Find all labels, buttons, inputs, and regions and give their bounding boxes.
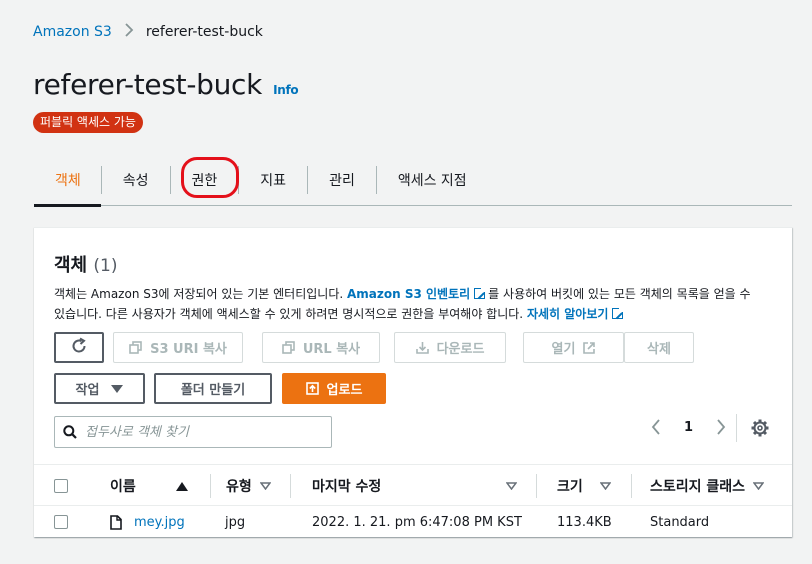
page-title: referer-test-buck <box>33 68 263 101</box>
tab-management[interactable]: 관리 <box>308 154 376 206</box>
breadcrumb-amazon-s3-link[interactable]: Amazon S3 <box>33 24 112 40</box>
page-title-row: referer-test-buck Info <box>33 68 299 101</box>
column-header-type[interactable]: 유형 <box>226 465 271 507</box>
column-divider <box>536 474 537 498</box>
gear-icon[interactable] <box>750 418 770 442</box>
refresh-icon <box>70 337 88 359</box>
page-number-current[interactable]: 1 <box>684 420 693 435</box>
object-name-link[interactable]: mey.jpg <box>134 515 185 530</box>
inventory-link[interactable]: Amazon S3 인벤토리 <box>347 287 470 301</box>
tab-permissions[interactable]: 권한 <box>171 154 239 206</box>
tab-metrics[interactable]: 지표 <box>239 154 307 206</box>
column-name-label: 이름 <box>110 479 136 495</box>
objects-panel: 객체 (1) 객체는 Amazon S3에 저장되어 있는 기본 엔터티입니다.… <box>34 227 792 537</box>
search-box[interactable] <box>54 416 332 448</box>
download-button[interactable]: 다운로드 <box>394 332 506 363</box>
pagination: 1 <box>648 419 729 435</box>
table-header: 이름 유형 마지막 수정 크기 스토리지 클래스 <box>34 464 792 506</box>
pagination-divider <box>736 414 737 442</box>
download-icon <box>415 341 429 354</box>
sort-icon[interactable] <box>753 482 765 490</box>
chevron-right-icon <box>124 22 134 41</box>
public-access-badge: 퍼블릭 액세스 가능 <box>33 112 143 133</box>
external-link-icon[interactable] <box>474 286 488 299</box>
cell-size: 113.4KB <box>557 514 612 530</box>
next-page-icon[interactable] <box>713 419 729 435</box>
tab-properties[interactable]: 속성 <box>102 154 170 206</box>
upload-icon <box>305 382 319 395</box>
caret-down-icon <box>111 384 124 393</box>
column-header-storage-class[interactable]: 스토리지 클래스 <box>650 465 765 507</box>
column-divider <box>210 474 211 498</box>
column-divider <box>290 474 291 498</box>
refresh-button[interactable] <box>54 332 104 363</box>
sort-ascending-icon[interactable] <box>175 481 188 491</box>
file-icon <box>110 514 122 530</box>
delete-button[interactable]: 삭제 <box>624 332 694 363</box>
copy-s3-uri-button[interactable]: S3 URI 복사 <box>113 332 243 363</box>
column-last-modified-label: 마지막 수정 <box>312 479 382 495</box>
learn-more-link[interactable]: 자세히 알아보기 <box>527 307 608 321</box>
objects-heading-text: 객체 <box>54 255 88 276</box>
delete-label: 삭제 <box>647 342 671 357</box>
open-button[interactable]: 열기 <box>523 332 624 363</box>
cell-last-modified: 2022. 1. 21. pm 6:47:08 PM KST <box>312 514 522 530</box>
table-row: mey.jpg jpg 2022. 1. 21. pm 6:47:08 PM K… <box>34 506 792 538</box>
copy-icon <box>129 341 142 354</box>
objects-heading: 객체 (1) <box>54 251 118 277</box>
search-input[interactable] <box>85 424 315 440</box>
bucket-tabs: 객체 속성 권한 지표 관리 액세스 지점 <box>34 154 792 207</box>
cell-type: jpg <box>225 514 246 530</box>
copy-icon <box>282 341 295 354</box>
column-header-name[interactable]: 이름 <box>110 465 188 507</box>
select-all-checkbox[interactable] <box>54 479 68 493</box>
tab-access-points[interactable]: 액세스 지점 <box>377 154 488 206</box>
row-checkbox[interactable] <box>54 515 68 529</box>
column-header-last-modified[interactable]: 마지막 수정 <box>312 465 381 507</box>
sort-icon[interactable] <box>259 482 271 490</box>
copy-s3-uri-label: S3 URI 복사 <box>150 342 227 357</box>
open-label: 열기 <box>551 342 576 357</box>
select-all-checkbox-cell <box>54 465 68 507</box>
actions-button[interactable]: 작업 <box>54 373 145 404</box>
create-folder-label: 폴더 만들기 <box>180 383 246 398</box>
desc-text-1: 객체는 Amazon S3에 저장되어 있는 기본 엔터티입니다. <box>54 287 347 301</box>
download-label: 다운로드 <box>436 342 485 357</box>
external-link-icon <box>583 341 596 354</box>
upload-label: 업로드 <box>326 383 363 398</box>
column-type-label: 유형 <box>226 479 252 495</box>
search-icon <box>63 425 77 439</box>
column-header-size[interactable]: 크기 <box>557 465 583 507</box>
sort-icon[interactable] <box>600 482 611 490</box>
copy-url-button[interactable]: URL 복사 <box>262 332 380 363</box>
breadcrumb-current: referer-test-buck <box>145 23 263 40</box>
actions-label: 작업 <box>75 383 100 398</box>
breadcrumb: Amazon S3 referer-test-buck <box>33 22 263 41</box>
cell-storage-class: Standard <box>650 514 710 530</box>
create-folder-button[interactable]: 폴더 만들기 <box>154 373 272 404</box>
cell-name: mey.jpg <box>110 506 185 538</box>
column-size-label: 크기 <box>557 479 583 495</box>
objects-description: 객체는 Amazon S3에 저장되어 있는 기본 엔터티입니다. Amazon… <box>54 284 764 324</box>
sort-icon[interactable] <box>506 482 517 490</box>
tab-objects[interactable]: 객체 <box>34 154 101 207</box>
external-link-icon[interactable] <box>612 306 626 319</box>
copy-url-label: URL 복사 <box>302 342 361 357</box>
upload-button[interactable]: 업로드 <box>282 373 386 404</box>
objects-count: (1) <box>93 256 118 276</box>
row-checkbox-cell <box>54 506 68 538</box>
previous-page-icon[interactable] <box>648 419 664 435</box>
column-divider <box>631 474 632 498</box>
info-link[interactable]: Info <box>273 83 299 97</box>
column-storage-class-label: 스토리지 클래스 <box>650 479 746 495</box>
